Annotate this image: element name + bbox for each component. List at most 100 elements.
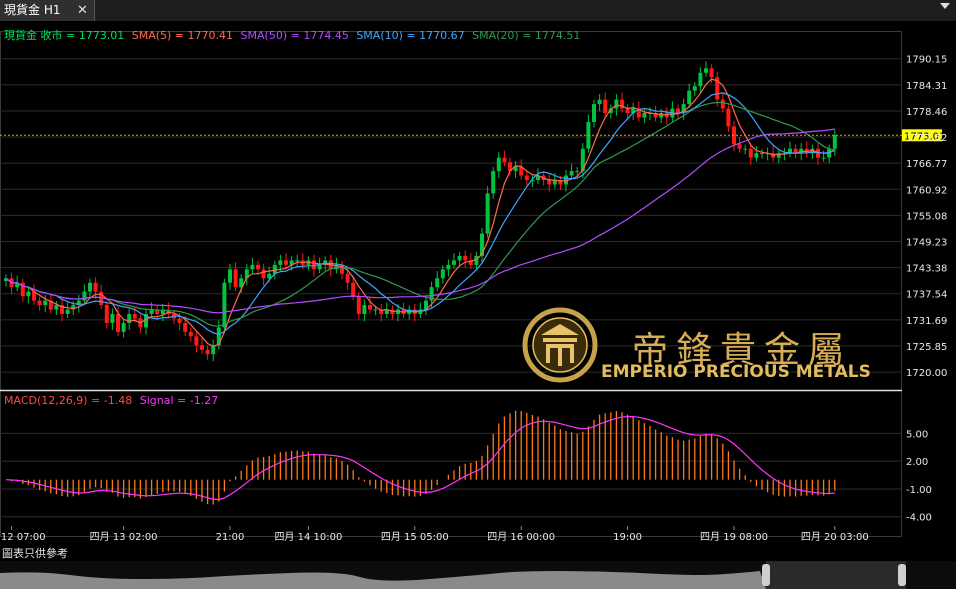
close-icon[interactable]: ✕ bbox=[77, 0, 88, 21]
price-tick-label: 1760.92 bbox=[906, 185, 947, 196]
legend-macd-name: MACD(12,26,9) bbox=[4, 394, 88, 407]
candle-body bbox=[547, 180, 552, 185]
candle-body bbox=[597, 99, 602, 105]
candle-body bbox=[177, 318, 182, 323]
candle-body bbox=[463, 255, 468, 261]
legend-sma5-value: 1770.41 bbox=[188, 29, 234, 42]
logo-english-text: EMPERIO PRECIOUS METALS bbox=[601, 362, 871, 382]
price-tick-label: 1784.31 bbox=[906, 81, 947, 92]
candle-body bbox=[284, 260, 288, 265]
navigator-left-handle[interactable] bbox=[762, 564, 770, 586]
disclaimer-text: 圖表只供參考 bbox=[2, 547, 68, 560]
candle-body bbox=[603, 99, 608, 113]
navigator-right-handle[interactable] bbox=[898, 564, 906, 586]
time-tick-label: 四月 16 00:00 bbox=[487, 531, 555, 543]
candle-body bbox=[183, 322, 188, 332]
navigator-window[interactable] bbox=[766, 561, 906, 589]
candle-body bbox=[104, 305, 109, 323]
candle-body bbox=[121, 322, 126, 332]
chevron-down-icon[interactable] bbox=[940, 3, 950, 9]
candle-body bbox=[272, 264, 277, 274]
macd-tick-label: -1.00 bbox=[906, 485, 932, 496]
candle-body bbox=[261, 269, 266, 279]
time-tick-label: 四月 14 10:00 bbox=[274, 531, 342, 543]
candle-body bbox=[256, 264, 260, 270]
candle-body bbox=[345, 273, 350, 283]
macd-tick-label: 2.00 bbox=[906, 457, 928, 468]
candle-body bbox=[625, 108, 630, 113]
candle-body bbox=[754, 153, 759, 158]
candle-body bbox=[485, 193, 490, 234]
time-tick-label: 21:00 bbox=[216, 532, 245, 543]
candle-body bbox=[743, 148, 748, 150]
price-tick-label: 1731.69 bbox=[906, 316, 947, 327]
candle-body bbox=[110, 314, 115, 323]
candle-body bbox=[642, 113, 647, 118]
candle-body bbox=[373, 309, 378, 311]
candle-body bbox=[205, 349, 210, 355]
tab-chart[interactable]: 現貨金 H1 ✕ bbox=[0, 0, 95, 21]
price-tick-label: 1749.23 bbox=[906, 238, 947, 249]
candle-body bbox=[480, 233, 484, 256]
candle-body bbox=[569, 171, 574, 176]
legend-symbol: 現貨金 收市 bbox=[4, 28, 63, 42]
candle-body bbox=[82, 291, 87, 301]
macd-legend: MACD(12,26,9) = -1.48 Signal = -1.27 bbox=[4, 394, 218, 407]
candle-body bbox=[233, 269, 238, 288]
candle-body bbox=[435, 278, 440, 288]
candle-body bbox=[250, 264, 255, 270]
legend-sma20-value: 1774.51 bbox=[535, 29, 581, 42]
candle-body bbox=[88, 282, 92, 292]
candle-body bbox=[188, 331, 193, 337]
candle-body bbox=[26, 291, 31, 297]
price-tick-label: 1743.38 bbox=[906, 264, 947, 275]
candle-body bbox=[704, 68, 708, 73]
candle-body bbox=[692, 86, 697, 91]
chart-area[interactable]: 帝鋒貴金屬 EMPERIO PRECIOUS METALS 1773.01 現貨… bbox=[0, 21, 956, 561]
candle-body bbox=[93, 282, 98, 292]
price-legend: 現貨金 收市 = 1773.01 SMA(5) = 1770.41 SMA(50… bbox=[4, 28, 580, 42]
candle-body bbox=[687, 90, 692, 105]
legend-signal-name: Signal bbox=[140, 394, 174, 407]
tab-bar: 現貨金 H1 ✕ bbox=[0, 0, 956, 21]
candle-body bbox=[116, 314, 120, 332]
candle-body bbox=[457, 255, 462, 261]
legend-close-value: 1773.01 bbox=[79, 29, 125, 42]
candle-body bbox=[502, 157, 507, 163]
candle-body bbox=[760, 153, 764, 155]
candle-body bbox=[720, 99, 725, 109]
candle-body bbox=[278, 260, 283, 265]
candle-body bbox=[54, 305, 59, 310]
candle-body bbox=[446, 264, 451, 270]
candle-body bbox=[575, 171, 580, 173]
candle-body bbox=[592, 104, 596, 122]
candle-body bbox=[43, 300, 48, 306]
candle-body bbox=[295, 260, 300, 262]
candle-body bbox=[748, 148, 753, 158]
candle-body bbox=[37, 300, 42, 306]
time-tick-label: 四月 12 07:00 bbox=[0, 531, 46, 543]
candle-body bbox=[832, 135, 837, 149]
candle-body bbox=[614, 99, 619, 109]
candle-body bbox=[132, 314, 137, 319]
candle-body bbox=[676, 108, 680, 113]
candle-body bbox=[362, 305, 367, 314]
price-tick-label: 1737.54 bbox=[906, 290, 947, 301]
candle-body bbox=[200, 345, 204, 350]
candle-body bbox=[65, 309, 70, 314]
candle-body bbox=[317, 264, 322, 270]
chart-navigator[interactable] bbox=[0, 561, 956, 589]
price-tick-label: 1766.77 bbox=[906, 159, 947, 170]
candle-body bbox=[709, 68, 714, 78]
candle-body bbox=[267, 273, 272, 279]
legend-sma50: SMA(50) bbox=[241, 29, 288, 42]
candle-body bbox=[491, 171, 496, 194]
candle-body bbox=[737, 144, 742, 149]
legend-sma50-value: 1774.45 bbox=[303, 29, 349, 42]
candle-body bbox=[356, 296, 361, 314]
legend-signal-value: -1.27 bbox=[190, 394, 218, 407]
candle-body bbox=[440, 269, 445, 279]
candle-body bbox=[194, 336, 199, 346]
price-tick-label: 1772.62 bbox=[906, 133, 947, 144]
legend-macd-value: -1.48 bbox=[104, 394, 132, 407]
